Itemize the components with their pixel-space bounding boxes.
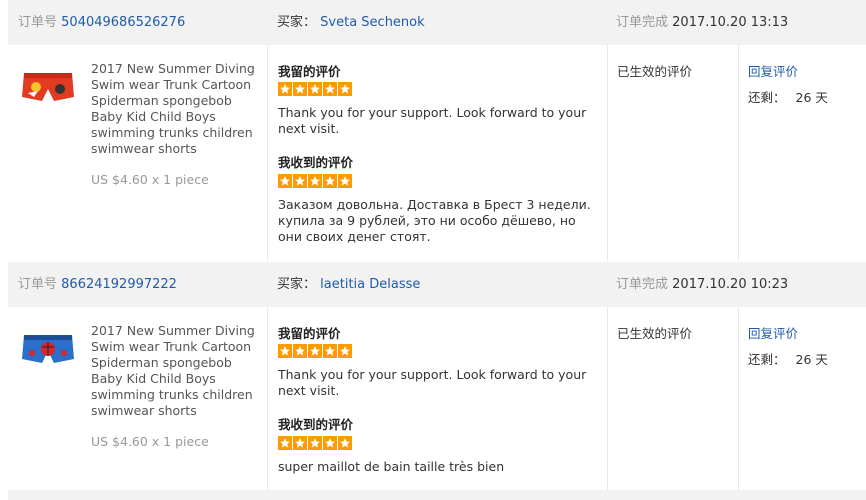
buyer-link[interactable]: Sveta Sechenok: [320, 15, 425, 30]
star-icon: [278, 174, 292, 188]
product-price: US $4.60 x 1 piece: [91, 434, 209, 449]
order-card: 订单号 504049686526276 买家： Sveta Sechenok 订…: [8, 0, 866, 261]
star-icon: [323, 174, 337, 188]
order-body: 2017 New Summer Diving Swim wear Trunk C…: [8, 307, 866, 490]
received-review-text: Заказом довольна. Доставка в Брест 3 нед…: [278, 197, 591, 244]
product-title[interactable]: 2017 New Summer Diving Swim wear Trunk C…: [91, 61, 261, 157]
review-status: 已生效的评价: [617, 64, 693, 79]
buyer-label: 买家：: [277, 277, 317, 292]
star-icon: [308, 174, 322, 188]
star-icon: [338, 344, 352, 358]
my-review-stars: [278, 82, 352, 96]
status-column: 已生效的评价: [608, 307, 739, 490]
star-icon: [323, 344, 337, 358]
completed-time: 2017.10.20 13:13: [672, 15, 789, 30]
buyer-label: 买家：: [277, 15, 317, 30]
remaining-time: 还剩： 26 天: [748, 87, 828, 106]
order-body: 2017 New Summer Diving Swim wear Trunk C…: [8, 45, 866, 261]
my-review-label: 我留的评价: [278, 326, 341, 341]
star-icon: [278, 82, 292, 96]
star-icon: [278, 436, 292, 450]
remaining-days: 26 天: [795, 352, 828, 367]
order-number-label: 订单号: [18, 277, 58, 292]
my-review-stars: [278, 344, 352, 358]
remaining-days: 26 天: [795, 90, 828, 105]
status-column: 已生效的评价: [608, 45, 739, 261]
received-review-stars: [278, 436, 352, 450]
my-review-text: Thank you for your support. Look forward…: [278, 367, 587, 398]
received-review-text: super maillot de bain taille très bien: [278, 459, 505, 474]
order-header: 订单号 504049686526276 买家： Sveta Sechenok 订…: [8, 0, 866, 45]
product-price: US $4.60 x 1 piece: [91, 172, 209, 187]
star-icon: [308, 82, 322, 96]
reply-review-link[interactable]: 回复评价: [748, 61, 798, 80]
star-icon: [293, 82, 307, 96]
star-icon: [293, 344, 307, 358]
star-icon: [323, 82, 337, 96]
my-review-label: 我留的评价: [278, 64, 341, 79]
my-review-text: Thank you for your support. Look forward…: [278, 105, 587, 136]
order-number-label: 订单号: [18, 15, 58, 30]
star-icon: [278, 344, 292, 358]
remaining-label: 还剩：: [748, 352, 786, 367]
review-status: 已生效的评价: [617, 326, 693, 341]
star-icon: [338, 174, 352, 188]
order-header: 订单号 86624192997222 买家： laetitia Delasse …: [8, 262, 866, 307]
product-column: 2017 New Summer Diving Swim wear Trunk C…: [8, 307, 268, 490]
star-icon: [323, 436, 337, 450]
remaining-time: 还剩： 26 天: [748, 349, 828, 368]
review-column: 我留的评价 Thank you for your support. Look f…: [268, 45, 608, 261]
next-order-header: [8, 490, 866, 500]
order-number-link[interactable]: 86624192997222: [61, 277, 177, 292]
remaining-label: 还剩：: [748, 90, 786, 105]
review-column: 我留的评价 Thank you for your support. Look f…: [268, 307, 608, 490]
reply-review-link[interactable]: 回复评价: [748, 323, 798, 342]
received-review-stars: [278, 174, 352, 188]
star-icon: [338, 436, 352, 450]
product-column: 2017 New Summer Diving Swim wear Trunk C…: [8, 45, 268, 261]
action-column: 回复评价 还剩： 26 天: [739, 307, 866, 490]
product-title[interactable]: 2017 New Summer Diving Swim wear Trunk C…: [91, 323, 261, 419]
star-icon: [293, 436, 307, 450]
received-review-label: 我收到的评价: [278, 155, 354, 170]
star-icon: [338, 82, 352, 96]
buyer-link[interactable]: laetitia Delasse: [320, 277, 420, 292]
order-number-link[interactable]: 504049686526276: [61, 15, 185, 30]
star-icon: [293, 174, 307, 188]
received-review-label: 我收到的评价: [278, 417, 354, 432]
completed-label: 订单完成: [616, 15, 669, 30]
completed-label: 订单完成: [616, 277, 669, 292]
star-icon: [308, 436, 322, 450]
swim-trunks-blue-icon[interactable]: [18, 329, 78, 377]
completed-time: 2017.10.20 10:23: [672, 277, 789, 292]
action-column: 回复评价 还剩： 26 天: [739, 45, 866, 261]
star-icon: [308, 344, 322, 358]
order-card: 订单号 86624192997222 买家： laetitia Delasse …: [8, 262, 866, 490]
swim-trunks-red-icon[interactable]: [18, 67, 78, 115]
